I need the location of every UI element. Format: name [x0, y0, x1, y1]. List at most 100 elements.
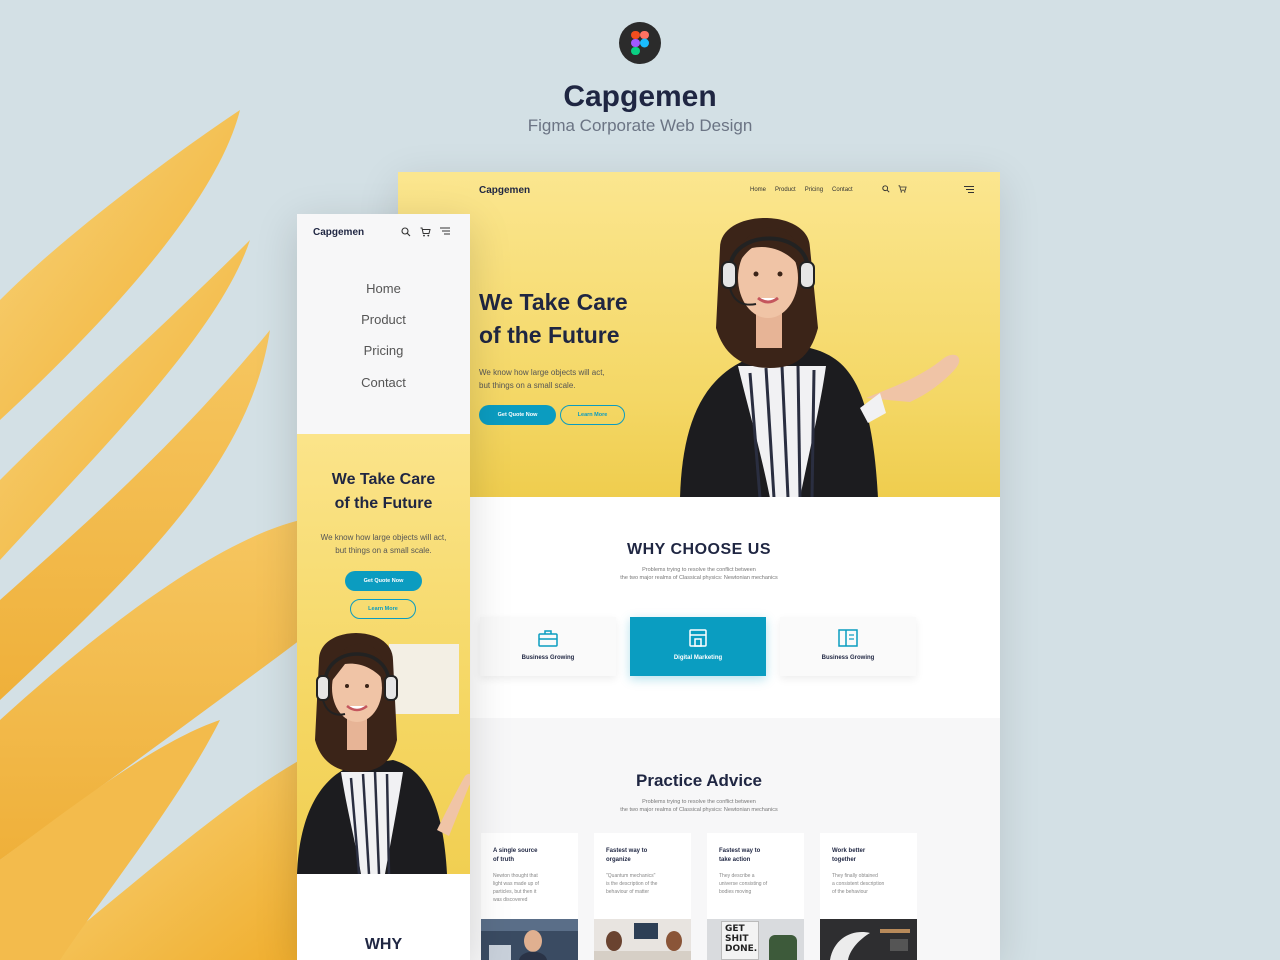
briefcase-icon — [538, 630, 558, 647]
advice-text-line: a consistent description — [832, 881, 885, 887]
advice-card-2[interactable]: Fastest way to organize "Quantum mechanic… — [594, 833, 691, 960]
advice-card-title: Fastest way to take action — [719, 847, 799, 865]
advice-card-4[interactable]: Work better together They finally obtaine… — [820, 833, 917, 960]
advice-card-text: Newton thought that light was made up of p… — [493, 872, 569, 904]
card-label: Business Growing — [821, 655, 875, 661]
mobile-hero-title-line-2: of the Future — [334, 495, 433, 512]
advice-photo-2 — [594, 919, 691, 960]
figma-logo-icon — [619, 22, 661, 64]
hero-woman-image — [680, 218, 960, 497]
desktop-nav: Home Product Pricing Contact — [750, 187, 853, 193]
feature-card-business[interactable]: Business Growing — [480, 617, 616, 676]
advice-card-title-line: of truth — [493, 857, 514, 863]
mobile-menu-pricing[interactable]: Pricing — [297, 343, 470, 358]
desktop-hero-text: We know how large objects will act, but … — [479, 366, 649, 392]
learn-more-button[interactable]: Learn More — [560, 405, 625, 425]
poster-line: SHIT — [725, 934, 749, 944]
desktop-advice-section: Practice Advice Problems trying to resol… — [398, 718, 1000, 960]
advice-text-line: particles, but then it — [493, 889, 537, 895]
mobile-hero-woman-image — [297, 633, 470, 874]
mobile-why-section: WHY — [297, 874, 470, 960]
advice-card-title: A single source of truth — [493, 847, 573, 865]
advice-card-title-line: Work better — [832, 848, 866, 854]
showcase-title: Capgemen — [563, 80, 717, 113]
advice-card-title: Fastest way to organize — [606, 847, 686, 865]
advice-text-line: universe consisting of — [719, 881, 768, 887]
hero-text-line-2: but things on a small scale. — [479, 381, 576, 390]
advice-text-line: Newton thought that — [493, 873, 538, 879]
feature-card-business-2[interactable]: Business Growing — [780, 617, 916, 676]
advice-text-line: They describe a — [719, 873, 755, 879]
mobile-hero-title: We Take Care of the Future — [307, 468, 460, 516]
store-icon — [689, 629, 707, 647]
desktop-header-icons — [882, 185, 907, 193]
poster: GET SHIT DONE. — [721, 921, 759, 960]
advice-subtitle-line-1: Problems trying to resolve the conflict … — [642, 799, 756, 805]
desktop-mockup: Capgemen Home Product Pricing Contact We… — [398, 172, 1000, 960]
plant — [769, 935, 797, 960]
advice-card-1[interactable]: A single source of truth Newton thought t… — [481, 833, 578, 960]
advice-photo-3: GET SHIT DONE. — [707, 919, 804, 960]
advice-card-text: They describe a universe consisting of bod… — [719, 872, 795, 896]
advice-title: Practice Advice — [636, 771, 762, 790]
advice-text-line: "Quantum mechanics" — [606, 873, 656, 879]
advice-text-line: light was made up of — [493, 881, 539, 887]
why-subtitle-line-1: Problems trying to resolve the conflict … — [642, 567, 756, 573]
nav-home[interactable]: Home — [750, 187, 766, 193]
advice-card-title-line: take action — [719, 857, 751, 863]
advice-card-title-line: together — [832, 857, 856, 863]
mobile-learn-more-button[interactable]: Learn More — [350, 599, 416, 619]
search-icon[interactable] — [882, 185, 890, 193]
advice-text-line: bodies moving — [719, 889, 752, 895]
mobile-hero-title-line-1: We Take Care — [331, 471, 436, 488]
feature-card-digital-marketing[interactable]: Digital Marketing — [630, 617, 766, 676]
mobile-menu-home[interactable]: Home — [297, 281, 470, 296]
desktop-why-section: WHY CHOOSE US Problems trying to resolve… — [398, 497, 1000, 718]
card-label: Business Growing — [521, 655, 575, 661]
nav-contact[interactable]: Contact — [832, 187, 853, 193]
advice-card-3[interactable]: Fastest way to take action They describe … — [707, 833, 804, 960]
advice-text-line: behaviour of matter — [606, 889, 650, 895]
why-title: WHY CHOOSE US — [627, 541, 771, 558]
mobile-hero: We Take Care of the Future We know how l… — [297, 434, 470, 874]
card-label: Digital Marketing — [673, 655, 723, 661]
desktop-hero: Capgemen Home Product Pricing Contact We… — [398, 172, 1000, 497]
cart-icon[interactable] — [898, 185, 907, 193]
advice-text-line: was discovered — [493, 897, 528, 903]
advice-text-line: of the behaviour — [832, 889, 868, 895]
mobile-hero-text: We know how large objects will act, but … — [303, 531, 464, 557]
advice-card-text: "Quantum mechanics" is the description of… — [606, 872, 682, 896]
mobile-hero-text-line-2: but things on a small scale. — [335, 546, 432, 555]
why-subtitle: Problems trying to resolve the conflict … — [588, 566, 810, 582]
advice-card-title-line: Fastest way to — [606, 848, 648, 854]
advice-card-title-line: A single source — [493, 848, 538, 854]
mobile-header-icons — [401, 227, 450, 237]
hero-text-line-1: We know how large objects will act, — [479, 368, 605, 377]
mobile-menu-product[interactable]: Product — [297, 312, 470, 327]
cart-icon[interactable] — [420, 227, 431, 237]
hamburger-menu-icon[interactable] — [440, 227, 450, 235]
showcase-subtitle: Figma Corporate Web Design — [527, 116, 753, 135]
mobile-menu-contact[interactable]: Contact — [297, 375, 470, 390]
why-subtitle-line-2: the two major realms of Classical physic… — [620, 575, 778, 581]
search-icon[interactable] — [401, 227, 411, 237]
nav-pricing[interactable]: Pricing — [805, 187, 823, 193]
advice-card-title-line: organize — [606, 857, 631, 863]
desktop-logo[interactable]: Capgemen — [479, 185, 530, 196]
advice-card-title: Work better together — [832, 847, 912, 865]
mobile-why-title: WHY — [364, 936, 403, 953]
get-quote-button[interactable]: Get Quote Now — [479, 405, 556, 425]
nav-product[interactable]: Product — [775, 187, 796, 193]
advice-card-title-line: Fastest way to — [719, 848, 761, 854]
advice-subtitle-line-2: the two major realms of Classical physic… — [620, 807, 778, 813]
advice-subtitle: Problems trying to resolve the conflict … — [588, 798, 810, 814]
poster-line: GET — [725, 924, 745, 934]
advice-photo-4 — [820, 919, 917, 960]
mobile-menu-panel: Capgemen Home Product Pricing Contact — [297, 214, 470, 434]
hamburger-menu-icon[interactable] — [964, 186, 974, 193]
poster-line: DONE. — [725, 944, 758, 954]
advice-card-text: They finally obtained a consistent descri… — [832, 872, 908, 896]
mobile-logo[interactable]: Capgemen — [313, 227, 364, 238]
mobile-get-quote-button[interactable]: Get Quote Now — [345, 571, 422, 591]
advice-text-line: They finally obtained — [832, 873, 878, 879]
